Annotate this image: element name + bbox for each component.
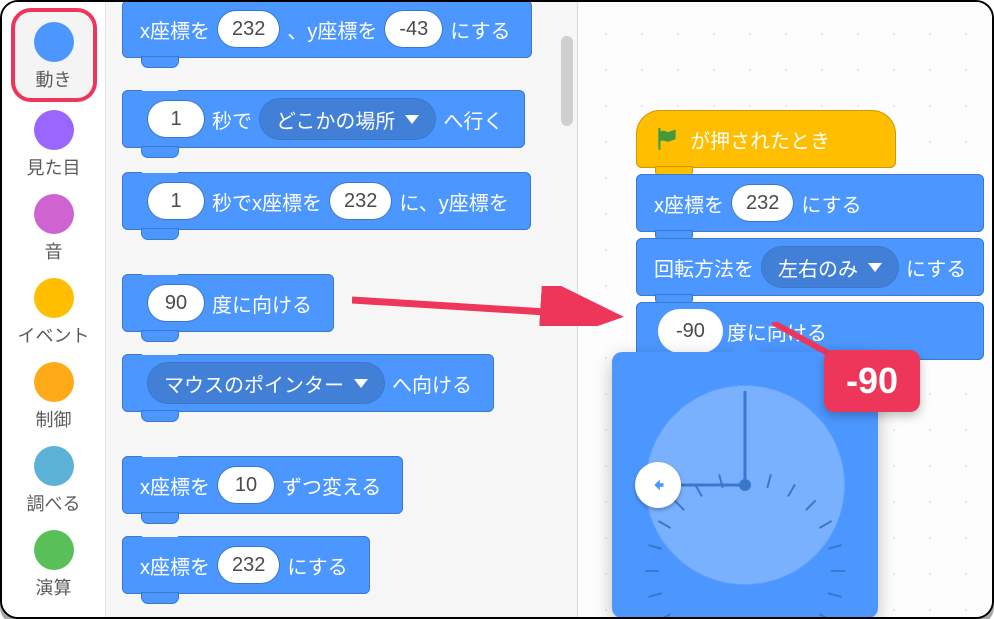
block-text: x座標を — [140, 471, 210, 500]
block-goto-xy[interactable]: x座標を 232 、y座標を -43 にする — [122, 2, 532, 58]
direction-dial[interactable] — [645, 385, 845, 585]
motion-dot-icon — [34, 22, 74, 62]
cat-label: 演算 — [36, 574, 72, 600]
input-dx[interactable]: 10 — [218, 467, 274, 503]
cat-label: イベント — [18, 322, 90, 348]
block-text: 回転方法を — [654, 253, 754, 282]
chevron-down-icon — [868, 263, 882, 272]
dropdown-target[interactable]: どこかの場所 — [260, 99, 435, 139]
dropdown-label: 左右のみ — [778, 253, 858, 282]
cat-label: 調べる — [27, 490, 81, 516]
block-text: にする — [801, 189, 861, 218]
annotation-callout: -90 — [824, 350, 920, 412]
dropdown-rotation-style[interactable]: 左右のみ — [762, 247, 898, 287]
block-set-x[interactable]: x座標を 232 にする — [636, 174, 984, 232]
hat-label: が押されたとき — [690, 125, 830, 154]
block-text: に、y座標を — [399, 187, 508, 216]
input-secs[interactable]: 1 — [148, 183, 204, 219]
input-x[interactable]: 232 — [330, 183, 391, 219]
green-flag-icon — [654, 126, 680, 152]
operators-dot-icon — [34, 530, 74, 570]
sensing-dot-icon — [34, 446, 74, 486]
chevron-down-icon — [405, 115, 419, 124]
sound-dot-icon — [34, 194, 74, 234]
block-text: へ行く — [443, 105, 503, 134]
category-motion[interactable]: 動き — [11, 8, 97, 102]
block-point-towards[interactable]: マウスのポインター へ向ける — [122, 354, 494, 412]
looks-dot-icon — [34, 110, 74, 150]
block-set-rotation-style[interactable]: 回転方法を 左右のみ にする — [636, 238, 984, 296]
block-glide-to[interactable]: 1 秒で どこかの場所 へ行く — [122, 90, 525, 148]
dropdown-label: マウスのポインター — [164, 369, 344, 398]
category-column: 動き 見た目 音 イベント 制御 調べる 演算 — [2, 2, 106, 617]
input-secs[interactable]: 1 — [148, 101, 204, 137]
block-text: x座標を — [140, 551, 210, 580]
block-change-x[interactable]: x座標を 10 ずつ変える — [122, 456, 403, 514]
cat-label: 制御 — [36, 406, 72, 432]
input-x[interactable]: 232 — [218, 11, 279, 47]
block-text: 度に向ける — [212, 289, 312, 318]
block-text: x座標を — [140, 15, 210, 44]
input-x[interactable]: 232 — [732, 185, 793, 221]
category-control[interactable]: 制御 — [11, 354, 97, 438]
script-stack[interactable]: が押されたとき x座標を 232 にする 回転方法を 左右のみ にする -90 … — [636, 110, 984, 360]
dropdown-label: どこかの場所 — [276, 105, 395, 134]
category-looks[interactable]: 見た目 — [11, 102, 97, 186]
block-text: にする — [450, 15, 510, 44]
palette-scrollbar[interactable] — [561, 36, 573, 126]
category-operators[interactable]: 演算 — [11, 522, 97, 606]
category-sensing[interactable]: 調べる — [11, 438, 97, 522]
block-text: x座標を — [654, 189, 724, 218]
cat-label: 音 — [45, 238, 63, 264]
events-dot-icon — [34, 278, 74, 318]
block-when-flag-clicked[interactable]: が押されたとき — [636, 110, 896, 168]
arrow-left-icon — [647, 474, 669, 496]
dropdown-target[interactable]: マウスのポインター — [148, 363, 384, 403]
control-dot-icon — [34, 362, 74, 402]
callout-text: -90 — [846, 360, 898, 401]
block-text: へ向ける — [392, 369, 472, 398]
block-glide-to-xy[interactable]: 1 秒でx座標を 232 に、y座標を — [122, 172, 531, 230]
cat-label: 動き — [36, 66, 72, 92]
input-y[interactable]: -43 — [385, 11, 442, 47]
block-text: 、y座標を — [287, 15, 377, 44]
block-text: にする — [906, 253, 966, 282]
chevron-down-icon — [354, 379, 368, 388]
category-events[interactable]: イベント — [11, 270, 97, 354]
block-text: 秒で — [212, 105, 252, 134]
dial-center — [739, 479, 751, 491]
input-direction[interactable]: 90 — [148, 285, 204, 321]
dial-hand-up — [744, 391, 747, 485]
input-x[interactable]: 232 — [218, 547, 279, 583]
block-set-x[interactable]: x座標を 232 にする — [122, 536, 370, 594]
cat-label: 見た目 — [27, 154, 81, 180]
input-direction[interactable]: -90 — [662, 313, 719, 349]
direction-knob[interactable] — [635, 462, 681, 508]
block-palette: x座標を 232 、y座標を -43 にする 1 秒で どこかの場所 へ行く 1… — [106, 2, 578, 617]
block-text: にする — [287, 551, 347, 580]
block-text: ずつ変える — [282, 471, 381, 500]
block-point-direction[interactable]: 90 度に向ける — [122, 274, 334, 332]
category-sound[interactable]: 音 — [11, 186, 97, 270]
block-text: 秒でx座標を — [212, 187, 322, 216]
